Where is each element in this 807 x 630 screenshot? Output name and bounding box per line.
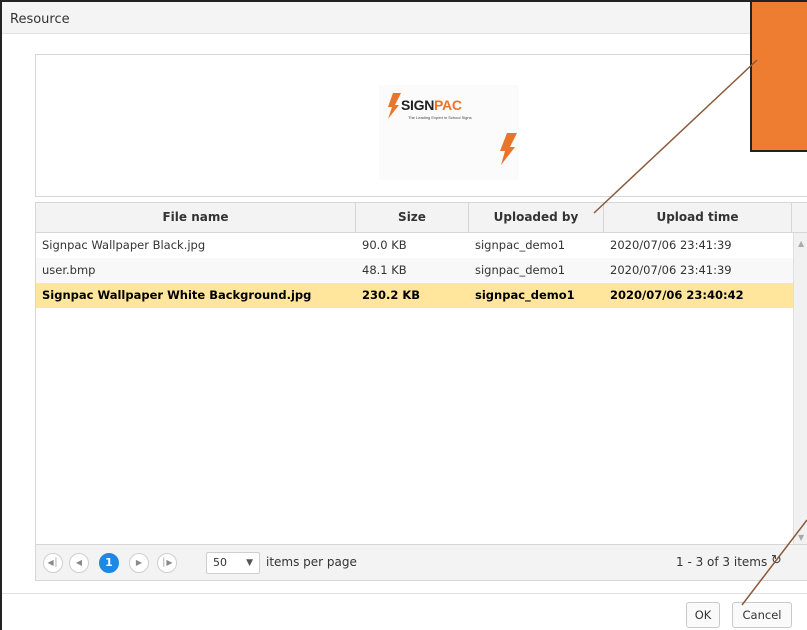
cell-uploaded-by: signpac_demo1: [475, 238, 566, 252]
items-per-page-label: items per page: [266, 555, 357, 569]
column-header-size[interactable]: Size: [356, 203, 469, 233]
cancel-button[interactable]: Cancel: [732, 602, 792, 628]
logo-pac: PAC: [434, 97, 462, 113]
cell-file-name: Signpac Wallpaper Black.jpg: [42, 238, 206, 252]
page-size-select[interactable]: 50 ▼: [206, 552, 260, 574]
cell-file-name: user.bmp: [42, 263, 96, 277]
scroll-down-icon[interactable]: ▼: [798, 533, 804, 542]
column-header-file-name[interactable]: File name: [36, 203, 356, 233]
cell-uploaded-by: signpac_demo1: [475, 263, 566, 277]
table-row-selected[interactable]: Signpac Wallpaper White Background.jpg 2…: [36, 283, 793, 308]
page-button-current[interactable]: 1: [99, 553, 119, 573]
prev-page-icon[interactable]: ◀: [69, 553, 89, 573]
annotation-callout: [750, 0, 807, 152]
grid-scrollbar[interactable]: ▲ ▼: [793, 233, 807, 546]
next-page-icon[interactable]: ▶: [129, 553, 149, 573]
resource-dialog: Resource SIGNPAC The Leading Expert in S…: [0, 0, 807, 630]
grid-pager: ◀│ ◀ 1 ▶ │▶ 50 ▼ items per page 1 - 3 of…: [36, 544, 807, 580]
dialog-footer: OK Cancel: [2, 593, 807, 630]
table-row[interactable]: user.bmp 48.1 KB signpac_demo1 2020/07/0…: [36, 258, 793, 283]
file-grid: File name Size Uploaded by Upload time S…: [35, 202, 807, 581]
ok-button[interactable]: OK: [686, 602, 720, 628]
logo-wordmark: SIGNPAC: [401, 97, 462, 113]
cell-uploaded-by: signpac_demo1: [475, 288, 575, 302]
grid-header: File name Size Uploaded by Upload time: [36, 203, 807, 233]
cell-upload-time: 2020/07/06 23:40:42: [610, 288, 744, 302]
column-header-upload-time[interactable]: Upload time: [604, 203, 792, 233]
logo-tagline: The Leading Expert in School Signs: [408, 115, 472, 120]
image-preview: SIGNPAC The Leading Expert in School Sig…: [35, 54, 807, 197]
dropdown-arrow-icon: ▼: [246, 558, 253, 568]
cell-size: 90.0 KB: [362, 238, 407, 252]
column-header-uploaded-by[interactable]: Uploaded by: [469, 203, 604, 233]
cell-file-name: Signpac Wallpaper White Background.jpg: [42, 288, 312, 302]
first-page-icon[interactable]: ◀│: [43, 553, 63, 573]
scroll-up-icon[interactable]: ▲: [798, 239, 804, 248]
dialog-title: Resource: [10, 12, 70, 27]
cell-upload-time: 2020/07/06 23:41:39: [610, 263, 732, 277]
item-count-label: 1 - 3 of 3 items: [676, 555, 768, 569]
cell-upload-time: 2020/07/06 23:41:39: [610, 238, 732, 252]
page-size-value: 50: [213, 556, 227, 569]
cell-size: 48.1 KB: [362, 263, 407, 277]
last-page-icon[interactable]: │▶: [157, 553, 177, 573]
cell-size: 230.2 KB: [362, 288, 421, 302]
dialog-titlebar: Resource: [2, 2, 807, 34]
logo-sign: SIGN: [401, 97, 435, 113]
signpac-logo: SIGNPAC The Leading Expert in School Sig…: [379, 85, 519, 180]
table-row[interactable]: Signpac Wallpaper Black.jpg 90.0 KB sign…: [36, 233, 793, 258]
refresh-icon[interactable]: ↻: [771, 553, 782, 568]
